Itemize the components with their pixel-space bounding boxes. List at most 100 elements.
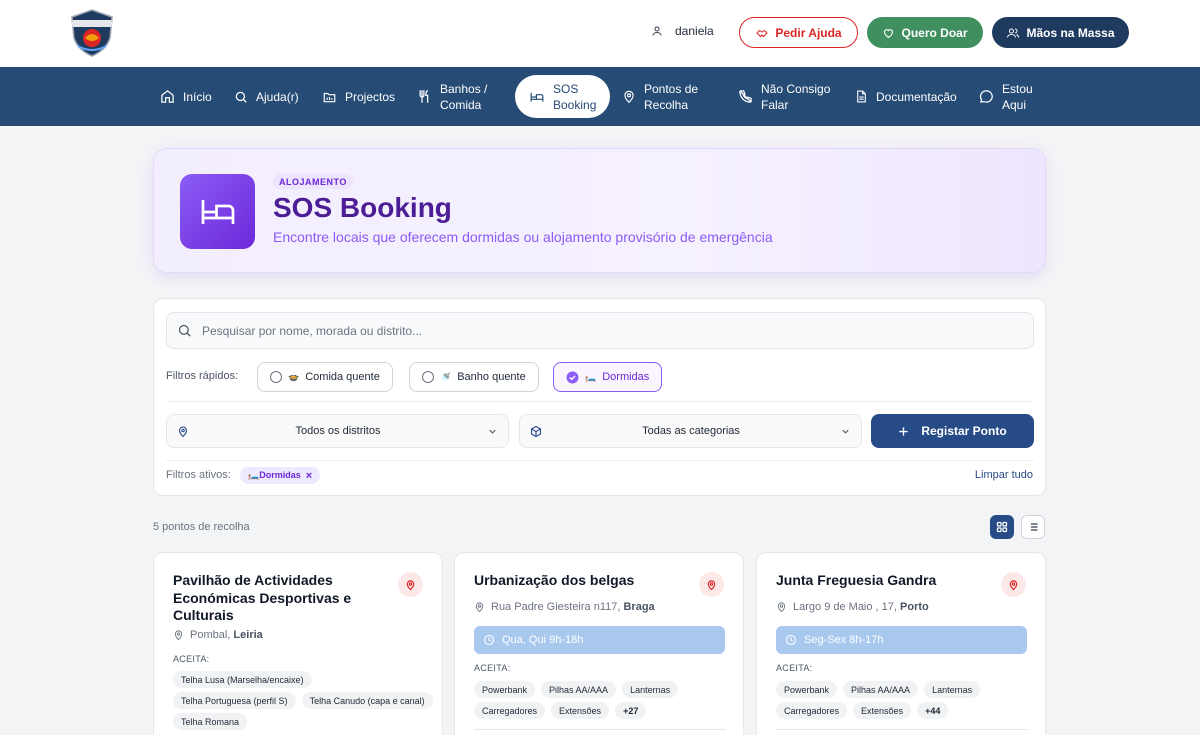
card-address: Rua Padre Giesteira n117, Braga <box>474 601 655 613</box>
chevron-down-icon <box>842 429 849 434</box>
collection-point-card[interactable]: Pavilhão de Actividades Económicas Despo… <box>153 552 443 735</box>
accepts-tags: Powerbank Pilhas AA/AAA Lanternas Carreg… <box>776 681 1036 719</box>
nav-item-documentacao[interactable]: Documentação <box>855 75 957 118</box>
tempestade-logo[interactable] <box>68 8 116 58</box>
item-tag: Extensões <box>551 702 610 719</box>
nav-item-ajuda[interactable]: Ajuda(r) <box>234 75 299 118</box>
divider <box>166 460 1034 461</box>
users-icon <box>1007 28 1020 38</box>
item-tag: Lanternas <box>622 681 679 698</box>
filter-panel: Filtros rápidos: 🍲 Comida quente 🚿 Banho… <box>153 298 1046 496</box>
item-tag: Carregadores <box>474 702 546 719</box>
shower-icon: 🚿 <box>440 371 452 382</box>
map-pin-button[interactable] <box>1001 572 1026 597</box>
nav-item-nao-consigo-falar[interactable]: Não Consigo Falar <box>738 75 830 118</box>
list-view-button[interactable] <box>1021 515 1045 539</box>
accepts-tags: Powerbank Pilhas AA/AAA Lanternas Carreg… <box>474 681 734 719</box>
map-pin-icon <box>707 579 716 590</box>
request-help-button[interactable]: Pedir Ajuda <box>739 17 858 48</box>
map-pin-button[interactable] <box>699 572 724 597</box>
card-address: Largo 9 de Maio , 17, Porto <box>776 601 929 613</box>
search-input[interactable] <box>202 323 902 338</box>
page-hero: ALOJAMENTO SOS Booking Encontre locais q… <box>153 148 1046 273</box>
search-box[interactable] <box>166 312 1034 349</box>
map-pin-button[interactable] <box>398 572 423 597</box>
item-tag: Telha Portuguesa (perfil S) <box>173 692 296 709</box>
phone-off-icon <box>739 90 752 103</box>
item-tag: Telha Romana <box>173 713 248 730</box>
clock-icon <box>483 634 495 646</box>
item-tag: Telha Canudo (capa e canal) <box>301 692 433 709</box>
accepts-tags: Telha Lusa (Marselha/encaixe) Telha Port… <box>173 671 433 730</box>
map-pin-icon <box>475 602 484 613</box>
nav-item-banhos-comida[interactable]: Banhos / Comida <box>417 75 487 118</box>
top-bar: daniela Pedir Ajuda Quero Doar Mãos na M… <box>0 0 1200 67</box>
collection-point-card[interactable]: Junta Freguesia Gandra Largo 9 de Maio ,… <box>756 552 1046 735</box>
user-name: daniela <box>675 24 714 38</box>
bed-icon <box>530 92 544 102</box>
utensils-icon <box>419 89 429 103</box>
remove-filter-icon[interactable]: × <box>306 470 312 482</box>
search-icon <box>178 324 191 337</box>
category-badge: ALOJAMENTO <box>273 174 353 189</box>
clock-icon <box>785 634 797 646</box>
category-select[interactable]: Todas as categorias <box>519 414 862 448</box>
collection-point-card[interactable]: Urbanização dos belgas Rua Padre Giestei… <box>454 552 744 735</box>
active-filters-label: Filtros ativos: <box>166 469 231 481</box>
card-title: Urbanização dos belgas <box>474 572 635 588</box>
more-tags-badge[interactable]: +27 <box>615 702 647 719</box>
card-address: Pombal, Leiria <box>173 629 263 641</box>
message-icon <box>979 90 993 103</box>
volunteer-button[interactable]: Mãos na Massa <box>992 17 1129 48</box>
map-pin-icon <box>777 602 786 613</box>
box-icon <box>530 425 542 437</box>
bed-emoji-icon: 🛏️ <box>585 371 597 382</box>
nav-item-sos-booking[interactable]: SOS Booking <box>515 75 610 118</box>
nav-item-pontos-recolha[interactable]: Pontos de Recolha <box>622 75 698 118</box>
item-tag: Pilhas AA/AAA <box>541 681 617 698</box>
checkbox-icon <box>270 371 282 383</box>
page-subtitle: Encontre locais que oferecem dormidas ou… <box>273 229 773 245</box>
user-icon <box>652 26 662 36</box>
handshake-icon <box>756 29 769 37</box>
more-tags-badge[interactable]: +44 <box>917 702 949 719</box>
page-title: SOS Booking <box>273 192 452 223</box>
user-menu[interactable]: daniela <box>651 24 714 38</box>
quick-filter-dormidas[interactable]: 🛏️ Dormidas <box>553 362 663 392</box>
card-title: Junta Freguesia Gandra <box>776 572 937 588</box>
district-select[interactable]: Todos os distritos <box>166 414 509 448</box>
nav-item-projectos[interactable]: Projectos <box>322 75 395 118</box>
main-nav: Início Ajuda(r) Projectos Banhos / Comida… <box>0 67 1200 126</box>
bed-emoji-icon: 🛏️ <box>248 470 260 480</box>
divider <box>776 729 1028 730</box>
map-pin-icon <box>174 630 183 641</box>
grid-view-button[interactable] <box>990 515 1014 539</box>
item-tag: Telha Lusa (Marselha/encaixe) <box>173 671 312 688</box>
accepts-label: ACEITA: <box>776 663 813 673</box>
clear-all-link[interactable]: Limpar tudo <box>975 469 1033 481</box>
item-tag: Lanternas <box>924 681 981 698</box>
document-icon <box>857 90 866 103</box>
map-pin-icon <box>406 579 415 590</box>
item-tag: Powerbank <box>474 681 536 698</box>
divider <box>474 729 726 730</box>
chevron-down-icon <box>489 429 496 434</box>
map-pin-icon <box>624 90 634 104</box>
check-circle-icon <box>566 371 579 383</box>
card-title: Pavilhão de Actividades Económicas Despo… <box>173 572 352 623</box>
item-tag: Carregadores <box>776 702 848 719</box>
divider <box>166 401 1034 402</box>
quick-filter-comida-quente[interactable]: 🍲 Comida quente <box>257 362 393 392</box>
quick-filter-banho-quente[interactable]: 🚿 Banho quente <box>409 362 539 392</box>
nav-item-inicio[interactable]: Início <box>160 75 212 118</box>
map-pin-icon <box>1009 579 1018 590</box>
bed-icon <box>180 174 255 249</box>
register-point-button[interactable]: Registar Ponto <box>871 414 1034 448</box>
accepts-label: ACEITA: <box>474 663 511 673</box>
home-icon <box>161 90 174 103</box>
donate-button[interactable]: Quero Doar <box>867 17 983 48</box>
item-tag: Extensões <box>853 702 912 719</box>
nav-item-estou-aqui[interactable]: Estou Aqui <box>979 75 1033 118</box>
search-icon <box>235 91 247 103</box>
results-count: 5 pontos de recolha <box>153 521 250 533</box>
